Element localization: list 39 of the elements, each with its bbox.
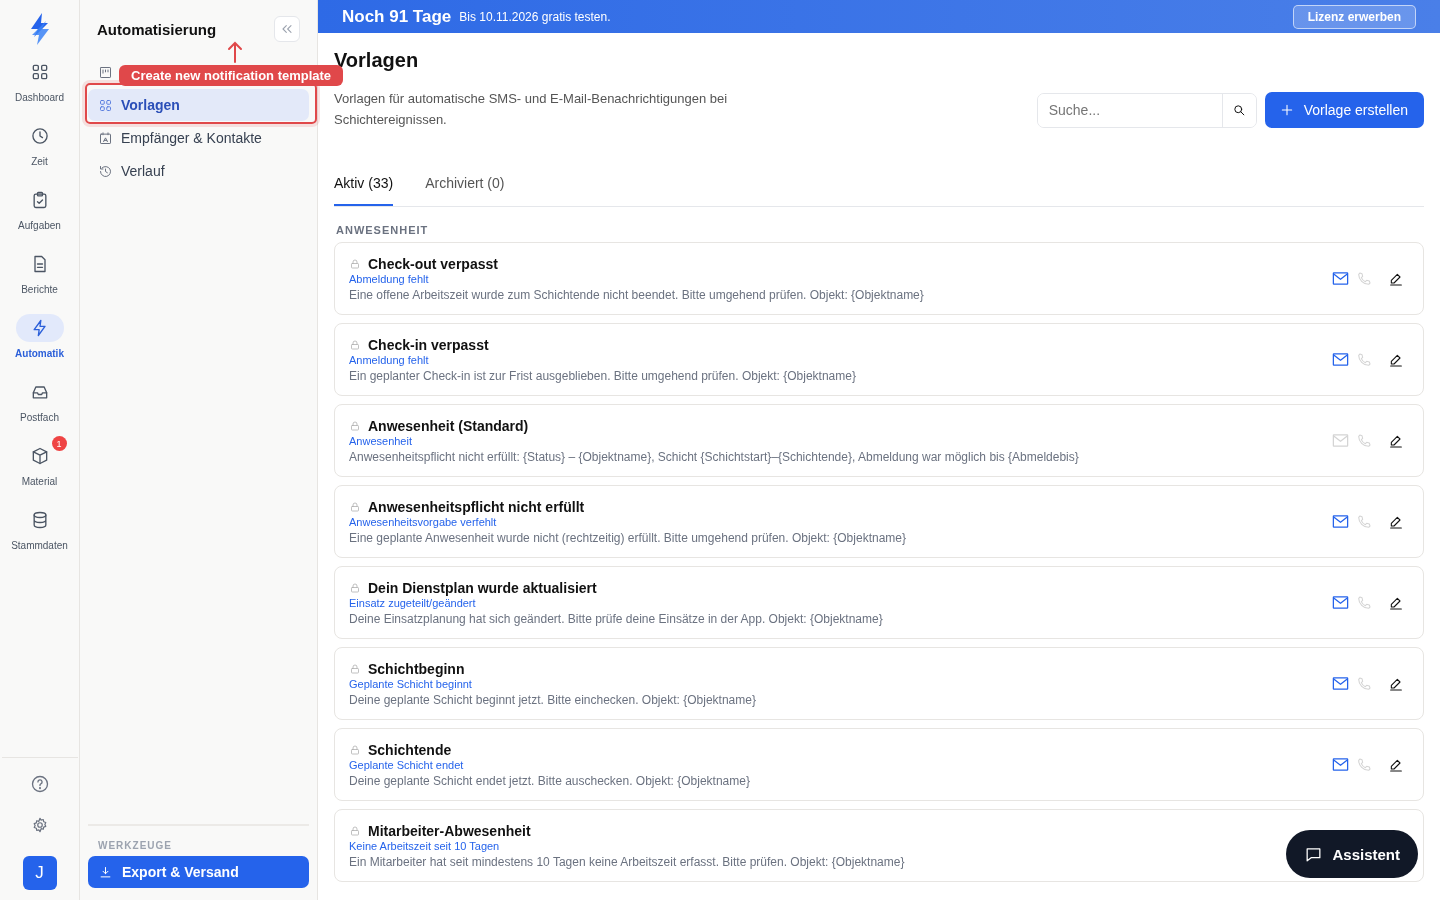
template-trigger: Anwesenheit (349, 434, 412, 447)
banner-title: Noch 91 Tage (342, 6, 452, 27)
template-title: Check-in verpasst (368, 336, 489, 353)
template-title: Dein Dienstplan wurde aktualisiert (368, 579, 597, 596)
template-trigger: Geplante Schicht beginnt (349, 677, 472, 690)
rail-label: Stammdaten (11, 540, 68, 551)
template-text: Deine geplante Schicht beginnt jetzt. Bitte einchecken. Objekt: {Objektname} (349, 692, 756, 707)
template-text: Anwesenheitspflicht nicht erfüllt: {Status} – {Objektname}, Schicht {Schichtstart}–{Schichtende}, Abmeldung war möglich bis {Abmeldebis} (349, 449, 1079, 464)
page-description: Vorlagen für automatische SMS- und E-Mail-Benachrichtigungen bei Schichtereignissen. (334, 90, 729, 129)
template-trigger: Keine Arbeitszeit seit 10 Tagen (349, 839, 500, 852)
notification-badge: 1 (51, 436, 67, 451)
template-text: Deine geplante Schicht endet jetzt. Bitte auschecken. Objekt: {Objektname} (349, 773, 750, 788)
template-trigger: Einsatz zugeteilt/geändert (349, 596, 476, 609)
template-title: Schichtbeginn (368, 660, 465, 677)
rail-label: Material (21, 476, 58, 487)
rail-label: Zeit (31, 156, 48, 167)
template-title: Schichtende (368, 741, 452, 758)
rail-label: Dashboard (15, 92, 64, 103)
rail-label: Berichte (21, 284, 58, 295)
template-title: Anwesenheitspflicht nicht erfüllt (368, 498, 585, 515)
rail-label: Automatik (15, 348, 64, 359)
template-trigger: Geplante Schicht endet (349, 758, 464, 771)
template-title: Check-out verpasst (368, 255, 498, 272)
section-heading: ANWESENHEIT (336, 224, 430, 236)
template-trigger: Abmeldung fehlt (349, 272, 429, 285)
template-title: Mitarbeiter-Abwesenheit (368, 822, 531, 839)
template-trigger: Anwesenheitsvorgabe verfehlt (349, 515, 497, 528)
rail-label: Aufgaben (18, 220, 61, 231)
template-trigger: Anmeldung fehlt (349, 353, 429, 366)
rail-label: Postfach (20, 412, 59, 423)
sidebar-title: Automatisierung (97, 20, 217, 38)
template-text: Deine Einsatzplanung hat sich geändert. Bitte prüfe deine Einsätze in der App. Objekt: {Objektname} (349, 611, 883, 626)
template-text: Eine offene Arbeitszeit wurde zum Schichtende nicht beendet. Bitte umgehend prüfen. Objekt: {Objektname} (349, 287, 924, 302)
template-text: Eine geplante Anwesenheit wurde nicht (rechtzeitig) erfüllt. Bitte umgehend prüfen. Objekt: {Objektname} (349, 530, 906, 545)
template-text: Ein geplanter Check-in ist zur Frist ausgeblieben. Bitte umgehend prüfen. Objekt: {Objektname} (349, 368, 856, 383)
template-text: Ein Mitarbeiter hat seit mindestens 10 Tagen keine Arbeitszeit erfasst. Bitte prüfen. Objekt: {Objektname} (349, 854, 905, 869)
section-heading: WERKZEUGE (97, 840, 173, 851)
template-title: Anwesenheit (Standard) (368, 417, 529, 434)
banner-text: Bis 10.11.2026 gratis testen. (459, 9, 611, 24)
